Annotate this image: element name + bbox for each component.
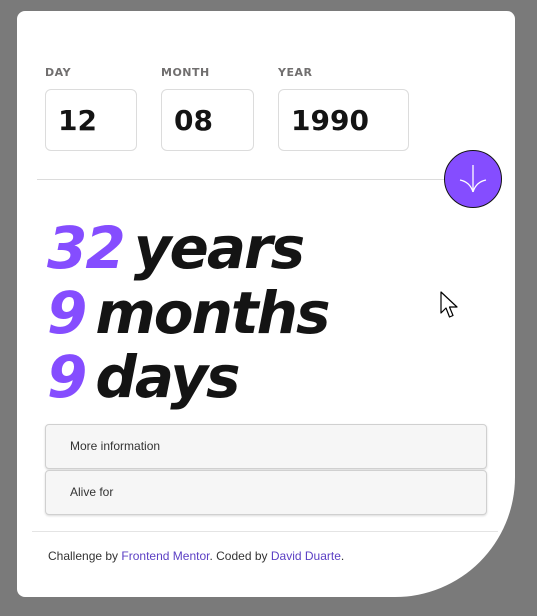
accordion-more-information[interactable]: More information <box>45 424 487 469</box>
mouse-cursor-icon <box>440 291 458 318</box>
accordion-label: Alive for <box>70 485 114 499</box>
submit-button[interactable] <box>444 150 502 208</box>
days-label: days <box>95 343 240 411</box>
accordion-label: More information <box>70 439 161 453</box>
result-months: 9 months <box>47 279 330 347</box>
month-input[interactable] <box>161 89 254 151</box>
footer-divider <box>32 531 498 532</box>
months-label: months <box>95 279 330 347</box>
footer-middle: . Coded by <box>209 549 268 563</box>
years-label: years <box>133 214 305 282</box>
form-divider <box>37 179 444 180</box>
year-label: YEAR <box>278 66 313 79</box>
result-days: 9 days <box>47 343 241 411</box>
days-value: 9 <box>47 343 87 411</box>
footer-suffix: . <box>340 549 345 563</box>
month-label: MONTH <box>161 66 210 79</box>
day-input[interactable] <box>45 89 137 151</box>
accordion-alive-for[interactable]: Alive for <box>45 470 487 515</box>
result-years: 32 years <box>47 214 305 282</box>
footer-prefix: Challenge by <box>48 549 119 563</box>
year-input[interactable] <box>278 89 409 151</box>
months-value: 9 <box>47 279 87 347</box>
attribution-footer: Challenge by Frontend Mentor. Coded by D… <box>48 549 344 563</box>
years-value: 32 <box>47 214 126 282</box>
day-label: DAY <box>45 66 72 79</box>
author-link[interactable]: David Duarte <box>271 549 341 563</box>
arrow-down-icon <box>459 165 487 193</box>
frontend-mentor-link[interactable]: Frontend Mentor <box>121 549 209 563</box>
